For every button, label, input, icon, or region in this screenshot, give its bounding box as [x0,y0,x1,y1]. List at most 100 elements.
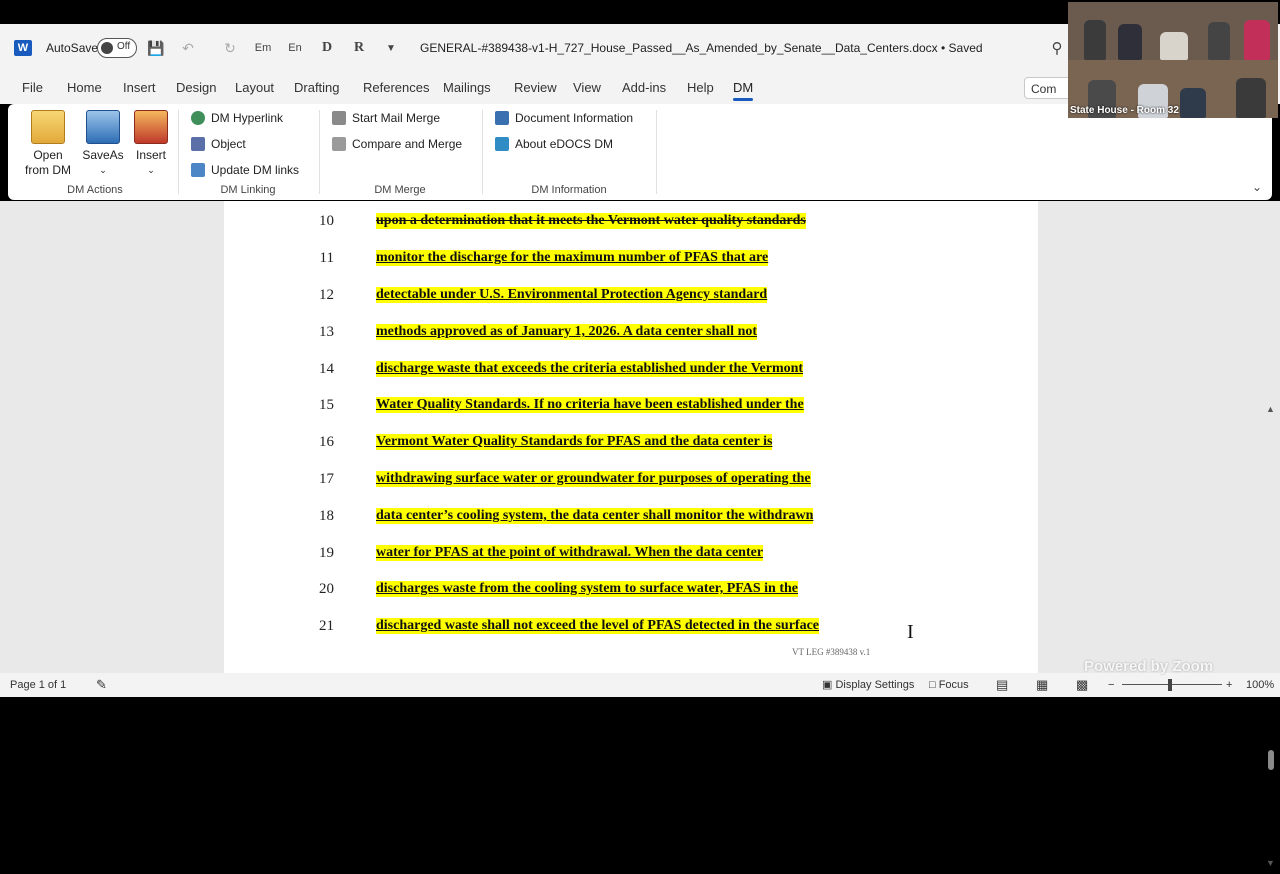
redo-icon[interactable]: ↻ [219,24,241,72]
saveas-button[interactable]: SaveAs ⌄ [82,110,124,178]
tab-help[interactable]: Help [687,72,714,104]
tab-mailings[interactable]: Mailings [443,72,491,104]
line-number: 15 [319,397,334,413]
tab-design[interactable]: Design [176,72,216,104]
r-macro-icon[interactable]: R [348,24,370,72]
web-layout-icon[interactable]: ▩ [1076,673,1088,697]
group-label-dm-information: DM Information [531,184,607,196]
tab-file[interactable]: File [22,72,43,104]
line-number: 14 [319,361,334,377]
display-settings-label: Display Settings [835,679,915,691]
tab-review[interactable]: Review [514,72,557,104]
group-label-dm-merge: DM Merge [374,184,426,196]
tab-layout[interactable]: Layout [235,72,274,104]
ribbon-collapse-chevron-icon[interactable]: ⌄ [1252,180,1262,194]
line-text: detectable under U.S. Environmental Prot… [376,287,768,303]
read-mode-icon[interactable]: ▤ [996,673,1008,697]
line-number: 12 [319,287,334,303]
scroll-down-arrow-icon[interactable]: ▼ [1266,858,1275,868]
document-title: GENERAL-#389438-v1-H_727_House_Passed__A… [420,41,983,55]
autosave-label: AutoSave [46,41,99,55]
update-dm-links-button[interactable]: Update DM links [191,159,299,181]
screen-bottom-black-bar [0,697,1280,720]
display-settings-button[interactable]: ▣ Display Settings [822,673,914,697]
zoom-level[interactable]: 100% [1246,673,1274,697]
scroll-thumb[interactable] [1268,750,1274,770]
vertical-scrollbar[interactable]: ▲ ▼ [1262,402,1280,874]
line-text: methods approved as of January 1, 2026. … [376,324,758,340]
group-divider [178,110,179,194]
object-label: Object [211,137,246,151]
video-room-label: State House - Room 32 [1070,105,1179,116]
dm-hyperlink-button[interactable]: DM Hyperlink [191,107,283,129]
about-edocs-dm-label: About eDOCS DM [515,137,614,151]
compare-merge-icon [332,137,346,151]
zoom-slider[interactable] [1122,684,1222,685]
about-icon [495,137,509,151]
search-icon[interactable]: ⚲ [1046,24,1068,72]
line-number: 20 [319,581,334,597]
document-page[interactable]: 10 upon a determination that it meets th… [224,201,1038,673]
dm-hyperlink-label: DM Hyperlink [211,111,284,125]
zoom-watermark: Powered by Zoom [1084,658,1214,675]
tab-insert[interactable]: Insert [123,72,156,104]
tab-dm[interactable]: DM [733,72,754,104]
en-dash-icon[interactable]: En [284,24,306,72]
tab-home[interactable]: Home [67,72,102,104]
tab-add-ins[interactable]: Add-ins [622,72,666,104]
zoom-out-icon[interactable]: − [1108,673,1114,697]
focus-icon: □ [929,679,939,691]
line-text: discharged waste shall not exceed the le… [376,618,819,634]
saveas-label: SaveAs [82,148,124,162]
em-dash-icon[interactable]: Em [252,24,274,72]
word-logo-icon: W [14,24,34,72]
document-area: 10 upon a determination that it meets th… [0,201,1280,868]
insert-document-icon [134,110,168,144]
open-from-dm-button[interactable]: Open from DM [20,110,76,178]
line-number: 17 [319,471,334,487]
line-text: data center’s cooling system, the data c… [376,508,814,524]
tab-references[interactable]: References [363,72,429,104]
line-text: Vermont Water Quality Standards for PFAS… [376,434,773,450]
line-text: discharges waste from the cooling system… [376,581,799,597]
ribbon: Open from DM SaveAs ⌄ Insert ⌄ DM Action… [8,104,1272,200]
autosave-toggle[interactable]: Off [97,24,137,72]
focus-button[interactable]: □ Focus [929,673,969,697]
text-cursor-icon: I [907,621,914,643]
refresh-links-icon [191,163,205,177]
document-information-button[interactable]: Document Information [495,107,633,129]
line-number: 21 [319,618,334,634]
compare-and-merge-label: Compare and Merge [352,137,463,151]
compare-and-merge-button[interactable]: Compare and Merge [332,133,462,155]
start-mail-merge-button[interactable]: Start Mail Merge [332,107,440,129]
update-dm-links-label: Update DM links [211,163,300,177]
document-info-icon [495,111,509,125]
save-icon[interactable]: 💾 [145,24,167,72]
page-count[interactable]: Page 1 of 1 [10,673,66,697]
line-text: Water Quality Standards. If no criteria … [376,397,804,413]
d-macro-icon[interactable]: D [316,24,338,72]
line-number: 19 [319,545,334,561]
zoom-slider-thumb[interactable] [1168,679,1172,691]
zoom-in-icon[interactable]: + [1226,673,1232,697]
mail-merge-icon [332,111,346,125]
proofing-icon[interactable]: ✎ [96,673,107,697]
object-button[interactable]: Object [191,133,246,155]
group-divider [319,110,320,194]
tab-view[interactable]: View [573,72,601,104]
folder-open-icon [31,110,65,144]
undo-icon[interactable]: ↶ [177,24,199,72]
insert-label: Insert [135,148,166,162]
line-number: 13 [319,324,334,340]
line-text: monitor the discharge for the maximum nu… [376,250,769,266]
open-from-dm-label: Open from DM [25,148,71,177]
print-layout-icon[interactable]: ▦ [1036,673,1048,697]
insert-button[interactable]: Insert ⌄ [132,110,170,178]
line-number: 11 [319,250,334,266]
scroll-up-arrow-icon[interactable]: ▲ [1266,404,1275,414]
chevron-down-icon: ⌄ [147,165,155,175]
tab-drafting[interactable]: Drafting [294,72,340,104]
start-mail-merge-label: Start Mail Merge [352,111,441,125]
customize-toolbar-icon[interactable]: ▼ [380,24,402,72]
about-edocs-dm-button[interactable]: About eDOCS DM [495,133,613,155]
